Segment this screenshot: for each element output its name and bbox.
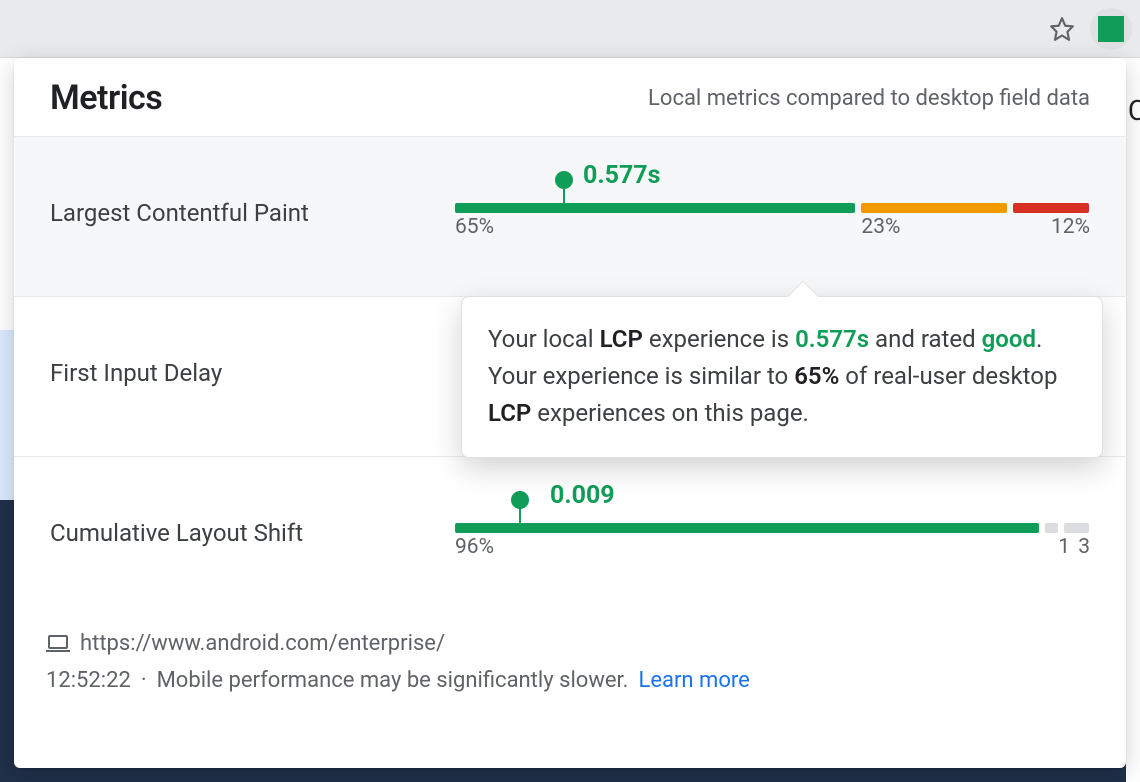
segment-none1-label-cls: 1 — [1058, 535, 1070, 559]
segment-ok-label-lcp: 23% — [861, 215, 900, 239]
distribution-labels-cls: 96% 1 3 — [455, 535, 1090, 561]
segment-good-cls — [455, 523, 1039, 533]
footer-time: 12:52:22 — [46, 668, 131, 693]
segment-bad-label-lcp: 12% — [1051, 215, 1090, 239]
overlay-subtitle: Local metrics compared to desktop field … — [648, 86, 1090, 111]
metric-name-cls: Cumulative Layout Shift — [50, 477, 455, 589]
tooltip-text-2: experience is — [643, 325, 795, 353]
metric-pointer-lcp — [563, 179, 565, 213]
tooltip-percent: 65% — [794, 362, 839, 390]
segment-ok-lcp — [861, 203, 1007, 213]
segment-none2-label-cls: 3 — [1078, 535, 1090, 559]
distribution-labels-lcp: 65% 23% 12% — [455, 215, 1090, 241]
metric-value-cls: 0.009 — [550, 481, 615, 510]
tooltip-text-5: of real-user desktop — [839, 362, 1057, 390]
metric-pointer-cls — [519, 499, 521, 533]
profile-avatar-square — [1098, 16, 1124, 42]
metric-chart-cls: 0.009 96% 1 3 — [455, 477, 1090, 589]
tooltip-value: 0.577s — [795, 325, 869, 353]
metric-chart-lcp: 0.577s 65% 23% 12% — [455, 157, 1090, 268]
segment-good-label-cls: 96% — [455, 535, 494, 559]
distribution-bar-lcp — [455, 203, 1090, 213]
footer-note: Mobile performance may be significantly … — [157, 668, 629, 693]
metric-row-cls[interactable]: Cumulative Layout Shift 0.009 96% 1 3 — [14, 457, 1126, 617]
profile-avatar[interactable] — [1090, 8, 1132, 50]
metric-name-lcp: Largest Contentful Paint — [50, 157, 455, 268]
overlay-header: Metrics Local metrics compared to deskto… — [14, 58, 1126, 136]
metric-value-lcp: 0.577s — [583, 161, 660, 190]
bookmark-star-icon[interactable] — [1048, 15, 1076, 43]
tooltip-abbr-2: LCP — [488, 399, 531, 427]
laptop-icon — [46, 635, 70, 653]
segment-bad-lcp — [1013, 203, 1089, 213]
segment-good-label-lcp: 65% — [455, 215, 494, 239]
footer-separator: · — [141, 668, 147, 693]
tooltip-rating: good — [982, 325, 1036, 353]
overlay-title: Metrics — [50, 78, 162, 118]
learn-more-link[interactable]: Learn more — [638, 668, 749, 693]
segment-good-lcp — [455, 203, 855, 213]
metric-row-lcp[interactable]: Largest Contentful Paint 0.577s 65% 23% … — [14, 137, 1126, 297]
segment-none1-cls — [1045, 523, 1058, 533]
footer-url: https://www.android.com/enterprise/ — [80, 631, 445, 656]
segment-none2-cls — [1064, 523, 1089, 533]
overlay-footer: https://www.android.com/enterprise/ 12:5… — [14, 617, 1126, 723]
tooltip-text-3: and rated — [869, 325, 982, 353]
tooltip-text-1: Your local — [488, 325, 600, 353]
footer-note-row: 12:52:22 · Mobile performance may be sig… — [46, 668, 1094, 693]
metric-name-fid: First Input Delay — [50, 317, 455, 428]
page-edge-letter: C — [1126, 94, 1140, 782]
metric-tooltip-lcp: Your local LCP experience is 0.577s and … — [461, 296, 1103, 458]
distribution-bar-cls — [455, 523, 1090, 533]
tooltip-text-6: experiences on this page. — [531, 399, 809, 427]
tooltip-abbr-1: LCP — [600, 325, 643, 353]
footer-url-row: https://www.android.com/enterprise/ — [46, 631, 1094, 656]
browser-toolbar — [0, 0, 1140, 58]
